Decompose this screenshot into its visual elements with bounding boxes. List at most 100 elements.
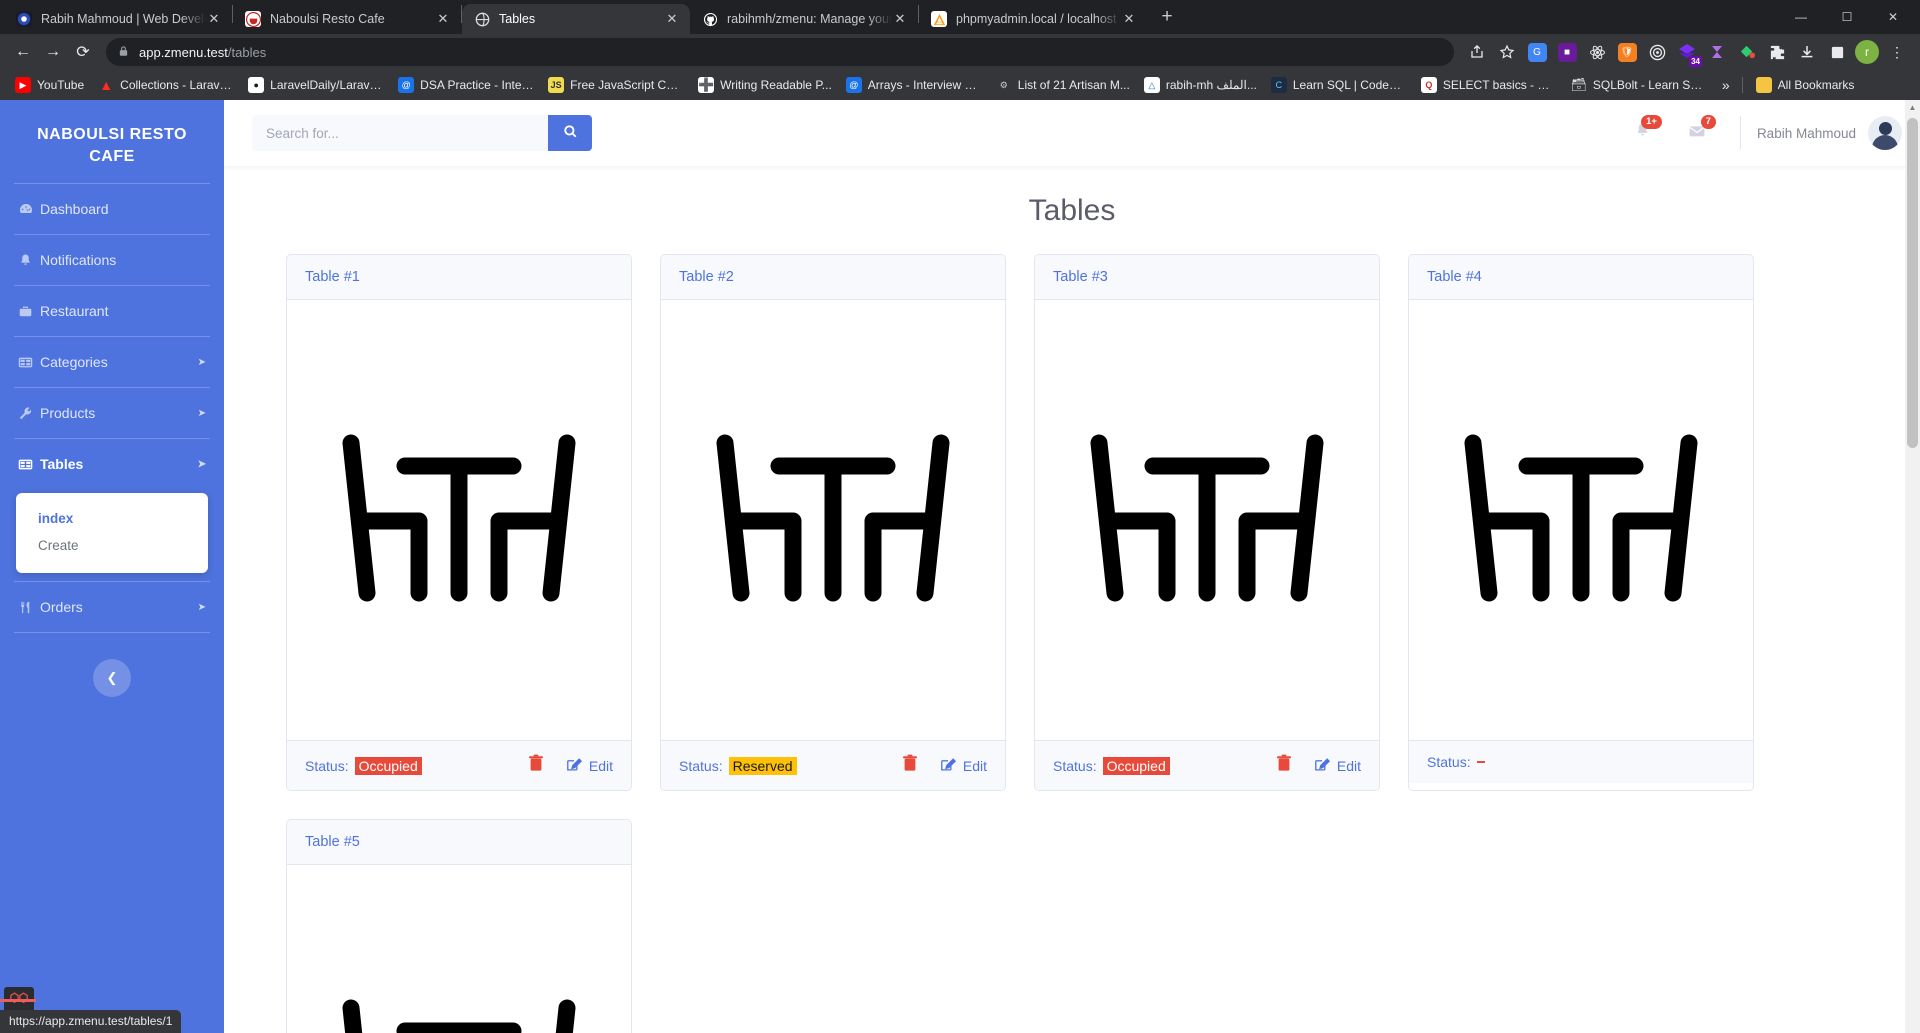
- artisan-icon: ⚙: [999, 79, 1008, 90]
- card-title: Table #5: [287, 820, 631, 865]
- speedometer-icon: [18, 201, 40, 217]
- messages-button[interactable]: 7: [1670, 113, 1724, 153]
- bookmarks-divider: [1741, 77, 1743, 93]
- browser-tab-active[interactable]: Tables ✕: [462, 4, 690, 34]
- share-icon[interactable]: [1463, 38, 1491, 66]
- chevron-right-icon: ➤: [197, 458, 206, 470]
- extension-colorful-icon[interactable]: ■: [1553, 38, 1581, 66]
- status-badge: [1476, 761, 1485, 763]
- topbar-right: 1+ 7 Rabih Mahmoud: [1616, 113, 1902, 153]
- table-card[interactable]: Table #1 Status: Occupied Edit: [286, 254, 632, 791]
- sidebar-item-dashboard[interactable]: Dashboard: [0, 184, 224, 234]
- trash-icon[interactable]: [902, 754, 918, 777]
- alerts-button[interactable]: 1+: [1616, 113, 1670, 153]
- browser-tab[interactable]: rabihmh/zmenu: Manage your re ✕: [690, 4, 918, 34]
- bookmark-label: List of 21 Artisan M...: [1017, 78, 1130, 92]
- edit-button[interactable]: Edit: [1314, 756, 1361, 775]
- tab-title: rabihmh/zmenu: Manage your re: [727, 12, 892, 26]
- youtube-icon: ▶: [15, 77, 31, 93]
- bookmark-label: YouTube: [37, 78, 85, 92]
- table-and-chairs-icon: [1455, 433, 1707, 608]
- minimize-icon[interactable]: —: [1778, 0, 1824, 34]
- status-label: Status:: [1427, 754, 1471, 770]
- bookmarks-overflow-button[interactable]: »: [1714, 77, 1738, 93]
- shield-orange-icon[interactable]: 🛡: [1613, 38, 1641, 66]
- browser-tab[interactable]: Rabih Mahmoud | Web Develope ✕: [4, 4, 232, 34]
- bookmark-item[interactable]: 🗃 SQLBolt - Learn SQ...: [1564, 73, 1714, 97]
- avatar[interactable]: [1868, 116, 1902, 150]
- chevron-right-icon: ➤: [197, 601, 206, 613]
- close-icon[interactable]: ✕: [892, 11, 908, 27]
- bookmark-item[interactable]: JS Free JavaScript Cod...: [541, 73, 691, 97]
- table-card[interactable]: Table #3 Status: Occupied Edit: [1034, 254, 1380, 791]
- bookmark-item[interactable]: C Learn SQL | Codeca...: [1264, 73, 1414, 97]
- submenu-item-index[interactable]: index: [16, 505, 208, 532]
- sidebar-item-tables[interactable]: Tables ➤: [0, 439, 224, 489]
- laravel-icon: ▲: [99, 77, 114, 93]
- url-host: app.zmenu.test: [139, 44, 228, 60]
- search-input[interactable]: [252, 115, 548, 151]
- bookmark-item[interactable]: ➕ Writing Readable P...: [691, 73, 839, 97]
- sidebar-item-categories[interactable]: Categories ➤: [0, 337, 224, 387]
- back-icon[interactable]: ←: [8, 37, 38, 67]
- all-bookmarks-button[interactable]: All Bookmarks: [1749, 73, 1862, 97]
- kebab-menu-icon[interactable]: ⋮: [1883, 38, 1911, 66]
- close-icon[interactable]: ✕: [664, 11, 680, 27]
- sidebar-item-notifications[interactable]: Notifications: [0, 235, 224, 285]
- sidebar-item-orders[interactable]: Orders ➤: [0, 582, 224, 632]
- profile-avatar-icon[interactable]: r: [1853, 38, 1881, 66]
- trash-icon[interactable]: [528, 754, 544, 777]
- browser-tab[interactable]: Naboulsi Resto Cafe ✕: [233, 4, 461, 34]
- hourglass-icon[interactable]: [1703, 38, 1731, 66]
- new-tab-button[interactable]: +: [1153, 4, 1181, 32]
- puzzle-extensions-icon[interactable]: [1763, 38, 1791, 66]
- sidebar-item-restaurant[interactable]: Restaurant: [0, 286, 224, 336]
- forward-icon[interactable]: →: [38, 37, 68, 67]
- downloads-icon[interactable]: [1793, 38, 1821, 66]
- browser-tab[interactable]: PMA phpmyadmin.local / localhost / ✕: [919, 4, 1147, 34]
- pencil-square-icon: [566, 756, 582, 775]
- address-bar[interactable]: app.zmenu.test/tables: [106, 38, 1454, 66]
- bookmark-item[interactable]: @ Arrays - Interview Q...: [839, 73, 989, 97]
- page-scrollbar[interactable]: ▲: [1905, 100, 1920, 1033]
- bookmark-item[interactable]: ● LaravelDaily/Laravel...: [241, 73, 391, 97]
- edit-button[interactable]: Edit: [940, 756, 987, 775]
- scrollbar-thumb[interactable]: [1907, 118, 1918, 448]
- edit-button[interactable]: Edit: [566, 756, 613, 775]
- window-icon[interactable]: [1823, 38, 1851, 66]
- sidebar-collapse-button[interactable]: ❮: [93, 659, 131, 698]
- bookmark-item[interactable]: ⚙ List of 21 Artisan M...: [989, 73, 1137, 97]
- status-label: Status:: [305, 757, 349, 774]
- scroll-up-arrow[interactable]: ▲: [1905, 100, 1920, 116]
- close-icon[interactable]: ✕: [206, 11, 222, 27]
- bookmark-item[interactable]: △ rabih-mh الملف...: [1137, 73, 1264, 97]
- bookmark-item[interactable]: ▶ YouTube: [8, 73, 91, 97]
- bookmark-star-icon[interactable]: [1493, 38, 1521, 66]
- bookmark-item[interactable]: @ DSA Practice - Inter...: [391, 73, 541, 97]
- target-icon[interactable]: [1643, 38, 1671, 66]
- table-and-chairs-icon: [1081, 433, 1333, 608]
- table-card[interactable]: Table #4 Status:: [1408, 254, 1754, 791]
- search-button[interactable]: [548, 115, 592, 151]
- maximize-icon[interactable]: ☐: [1824, 0, 1870, 34]
- google-translate-icon[interactable]: G: [1523, 38, 1551, 66]
- folder-icon: [1755, 77, 1772, 93]
- tab-title: Rabih Mahmoud | Web Develope: [41, 12, 206, 26]
- reload-icon[interactable]: ⟳: [68, 37, 98, 67]
- react-devtools-icon[interactable]: [1583, 38, 1611, 66]
- table-card[interactable]: Table #2 Status: Reserved Edit: [660, 254, 1006, 791]
- close-window-icon[interactable]: ✕: [1870, 0, 1916, 34]
- card-image: [661, 300, 1005, 740]
- bookmark-item[interactable]: ▲ Collections - Larave...: [91, 73, 241, 97]
- sidebar-item-products[interactable]: Products ➤: [0, 388, 224, 438]
- close-icon[interactable]: ✕: [1121, 11, 1137, 27]
- diamond-icon[interactable]: [1733, 38, 1761, 66]
- close-icon[interactable]: ✕: [435, 11, 451, 27]
- purple-badge-icon[interactable]: 34: [1673, 38, 1702, 67]
- messages-badge: 7: [1700, 115, 1716, 129]
- browser-toolbar: ← → ⟳ app.zmenu.test/tables G ■ 🛡 34 r ⋮: [0, 34, 1920, 70]
- submenu-item-create[interactable]: Create: [16, 532, 208, 559]
- table-card[interactable]: Table #5 Status:: [286, 819, 632, 1033]
- trash-icon[interactable]: [1276, 754, 1292, 777]
- bookmark-item[interactable]: Q SELECT basics - SQ...: [1414, 73, 1564, 97]
